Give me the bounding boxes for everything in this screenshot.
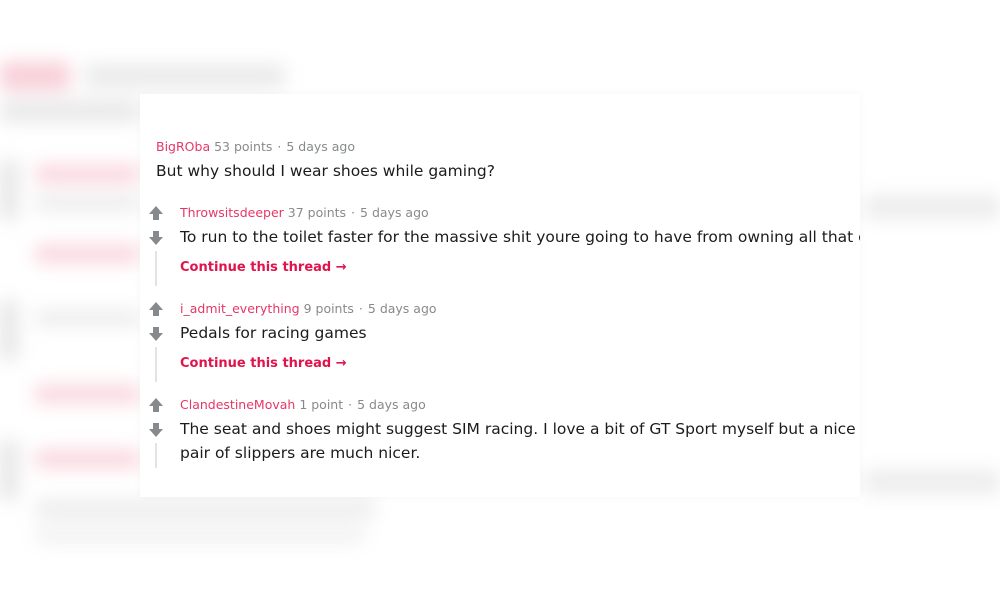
arrow-up-icon[interactable] [147,396,165,414]
comment-meta: Throwsitsdeeper 37 points · 5 days ago [180,205,429,220]
arrow-down-icon[interactable] [147,325,165,343]
arrow-down-icon[interactable] [147,229,165,247]
comment-points: 1 point [299,397,344,412]
comment-meta: BigROba 53 points · 5 days ago [156,139,355,154]
comment-points: 37 points [287,205,347,220]
comment-time[interactable]: 5 days ago [368,301,437,316]
comment-body: To run to the toilet faster for the mass… [180,228,860,246]
comment-body: Pedals for racing games [180,324,367,342]
meta-separator: · [358,301,363,316]
comment-points: 53 points [214,139,273,154]
comment-time[interactable]: 5 days ago [360,205,429,220]
thread-line[interactable] [155,347,157,382]
arrow-up-icon[interactable] [147,300,165,318]
comment-meta: i_admit_everything 9 points · 5 days ago [180,301,437,316]
meta-separator: · [277,139,282,154]
arrow-down-icon[interactable] [147,421,165,439]
arrow-up-icon[interactable] [147,204,165,222]
comment-meta: ClandestineMovah 1 point · 5 days ago [180,397,426,412]
comment-author[interactable]: BigROba [156,139,210,154]
comment-body-line-2: pair of slippers are much nicer. [180,444,421,462]
meta-separator: · [348,397,353,412]
comment-time[interactable]: 5 days ago [286,139,355,154]
comment-author[interactable]: ClandestineMovah [180,397,295,412]
comment-body: But why should I wear shoes while gaming… [156,162,495,180]
thread-line[interactable] [155,443,157,468]
thread-line[interactable] [155,251,157,286]
comment-time[interactable]: 5 days ago [357,397,426,412]
continue-thread-link[interactable]: Continue this thread → [180,260,347,275]
comment-author[interactable]: Throwsitsdeeper [180,205,284,220]
comment-thread-panel: BigROba 53 points · 5 days ago But why sho… [140,94,860,497]
continue-thread-link[interactable]: Continue this thread → [180,356,347,371]
meta-separator: · [351,205,356,220]
comment-author[interactable]: i_admit_everything [180,301,300,316]
comment-body-line-1: The seat and shoes might suggest SIM rac… [180,420,860,438]
comment-points: 9 points [303,301,354,316]
